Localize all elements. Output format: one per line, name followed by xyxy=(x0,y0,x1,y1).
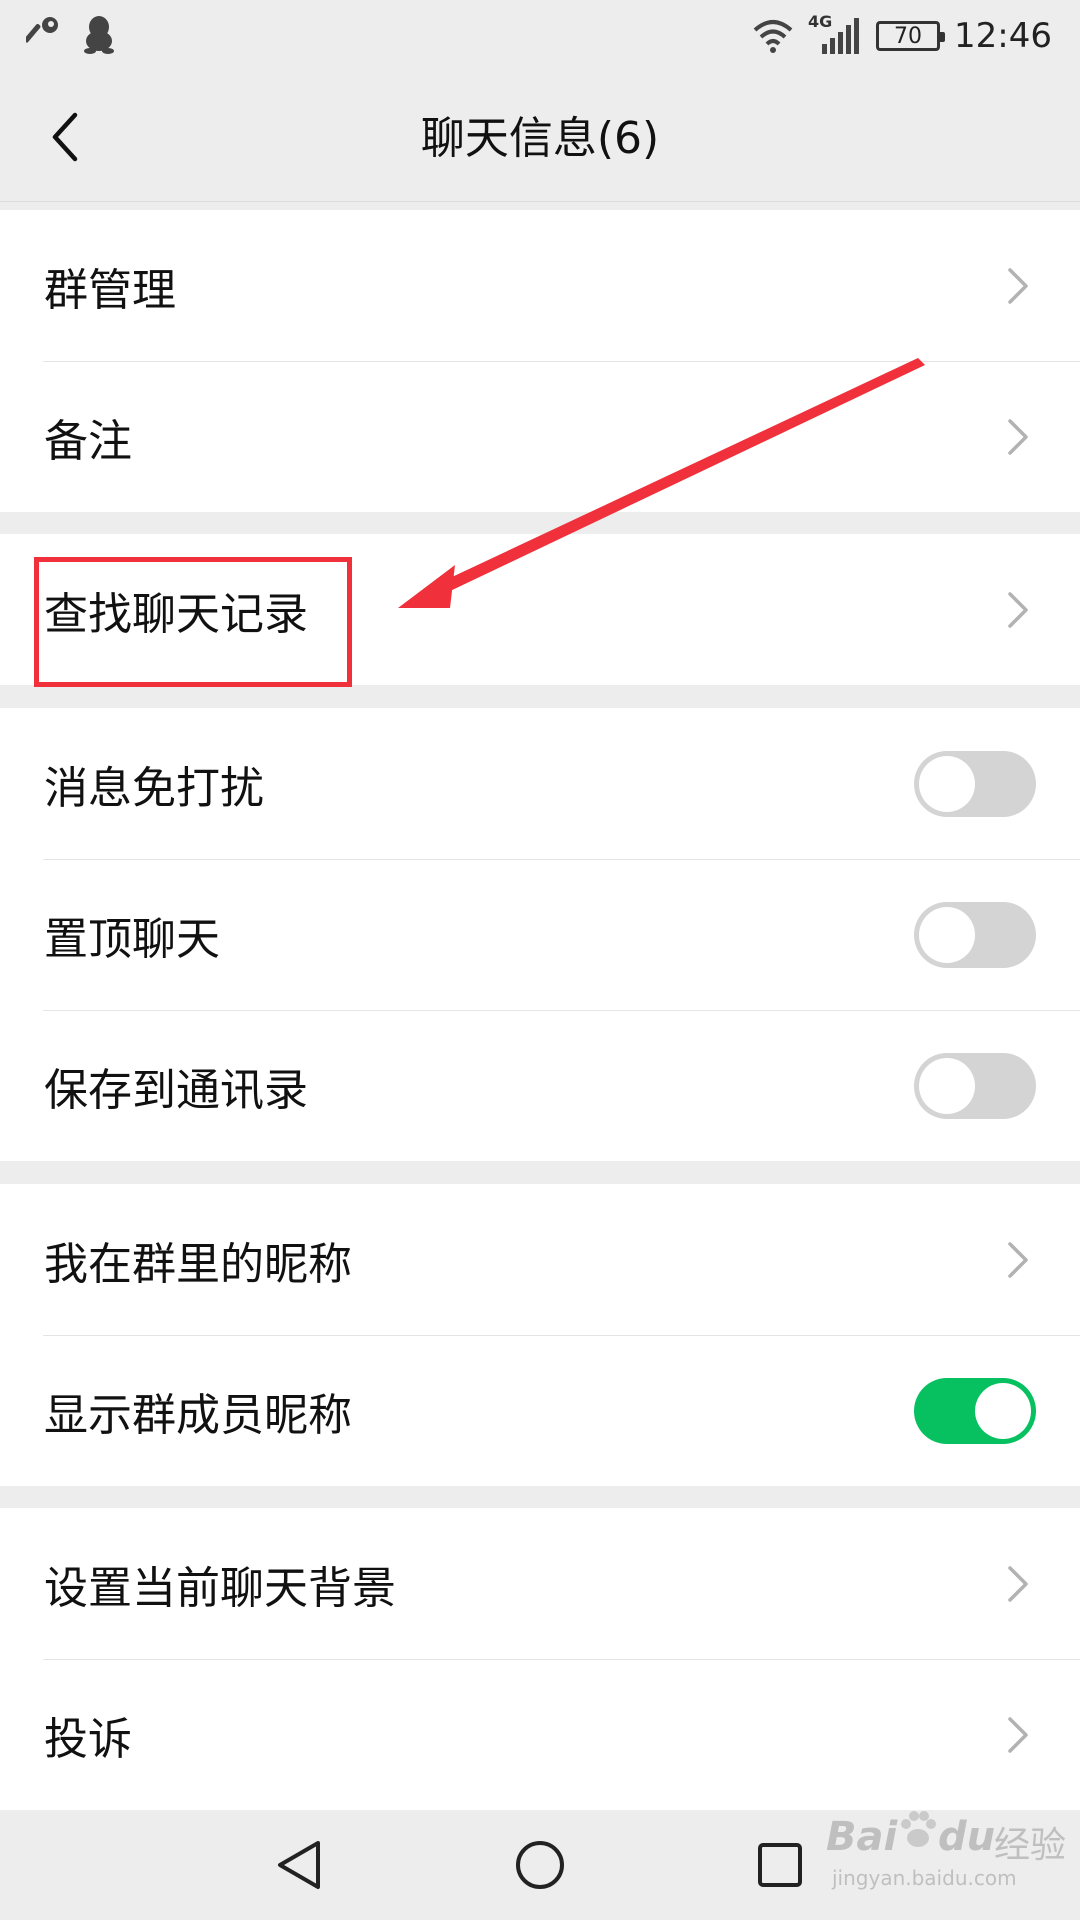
toggle-knob xyxy=(975,1382,1031,1439)
status-left-icons xyxy=(26,14,116,54)
back-triangle-icon[interactable] xyxy=(270,1835,330,1895)
settings-section-group: 群管理 备注 xyxy=(0,210,1080,512)
header-bar: 聊天信息(6) xyxy=(0,72,1080,202)
toggle-knob xyxy=(919,755,975,812)
baidu-watermark: Bai du 经验 jingyan.baidu.com xyxy=(826,1808,1066,1898)
status-time: 12:46 xyxy=(954,16,1052,56)
back-button[interactable] xyxy=(30,102,100,172)
row-label: 置顶聊天 xyxy=(44,913,220,965)
show-nicknames-toggle[interactable] xyxy=(914,1377,1036,1444)
row-remark[interactable]: 备注 xyxy=(0,361,1080,512)
row-my-group-nickname[interactable]: 我在群里的昵称 xyxy=(0,1184,1080,1335)
mute-toggle[interactable] xyxy=(914,750,1036,817)
row-label: 群管理 xyxy=(44,264,176,316)
row-label: 消息免打扰 xyxy=(44,762,264,814)
status-bar: 4G 70 12:46 xyxy=(0,0,1080,72)
wifi-icon xyxy=(753,20,793,53)
row-label: 投诉 xyxy=(44,1713,132,1765)
key-icon xyxy=(26,17,58,43)
row-label: 显示群成员昵称 xyxy=(44,1389,352,1441)
row-save-to-contacts: 保存到通讯录 xyxy=(0,1010,1080,1161)
paw-icon xyxy=(901,1811,936,1847)
chevron-right-icon xyxy=(1008,591,1028,628)
chevron-right-icon xyxy=(1008,1241,1028,1278)
recents-square-icon[interactable] xyxy=(750,1835,810,1895)
row-set-chat-background[interactable]: 设置当前聊天背景 xyxy=(0,1508,1080,1659)
chevron-right-icon xyxy=(1008,418,1028,455)
chevron-right-icon xyxy=(1008,267,1028,304)
battery-indicator: 70 xyxy=(876,21,946,51)
row-pin-chat: 置顶聊天 xyxy=(0,859,1080,1010)
row-label: 设置当前聊天背景 xyxy=(44,1562,396,1614)
save-to-contacts-toggle[interactable] xyxy=(914,1052,1036,1119)
row-mute-notifications: 消息免打扰 xyxy=(0,708,1080,859)
settings-section-toggles: 消息免打扰 置顶聊天 保存到通讯录 xyxy=(0,708,1080,1161)
home-circle-icon[interactable] xyxy=(510,1835,570,1895)
toggle-knob xyxy=(919,906,975,963)
annotation-highlight-box xyxy=(34,557,352,687)
chevron-left-icon xyxy=(52,112,78,162)
row-label: 备注 xyxy=(44,415,132,467)
settings-section-misc: 设置当前聊天背景 投诉 xyxy=(0,1508,1080,1810)
cellular-signal: 4G xyxy=(808,12,862,56)
watermark-url: jingyan.baidu.com xyxy=(832,1866,1017,1890)
watermark-brand: Bai xyxy=(826,1814,898,1860)
qq-penguin-icon xyxy=(84,16,114,54)
row-label: 我在群里的昵称 xyxy=(44,1238,352,1290)
settings-section-nickname: 我在群里的昵称 显示群成员昵称 xyxy=(0,1184,1080,1486)
pin-chat-toggle[interactable] xyxy=(914,901,1036,968)
status-right-icons: 4G 70 12:46 xyxy=(752,10,1052,62)
row-report[interactable]: 投诉 xyxy=(0,1659,1080,1810)
watermark-brand-suffix: du xyxy=(938,1814,996,1860)
row-group-management[interactable]: 群管理 xyxy=(0,210,1080,361)
watermark-cn: 经验 xyxy=(994,1825,1067,1866)
toggle-knob xyxy=(919,1057,975,1114)
battery-level: 70 xyxy=(894,23,923,49)
chevron-right-icon xyxy=(1008,1565,1028,1602)
row-show-member-nicknames: 显示群成员昵称 xyxy=(0,1335,1080,1486)
chevron-right-icon xyxy=(1008,1716,1028,1753)
page-title: 聊天信息(6) xyxy=(420,113,660,164)
cellular-signal-icon xyxy=(822,18,860,54)
row-label: 保存到通讯录 xyxy=(44,1064,308,1116)
